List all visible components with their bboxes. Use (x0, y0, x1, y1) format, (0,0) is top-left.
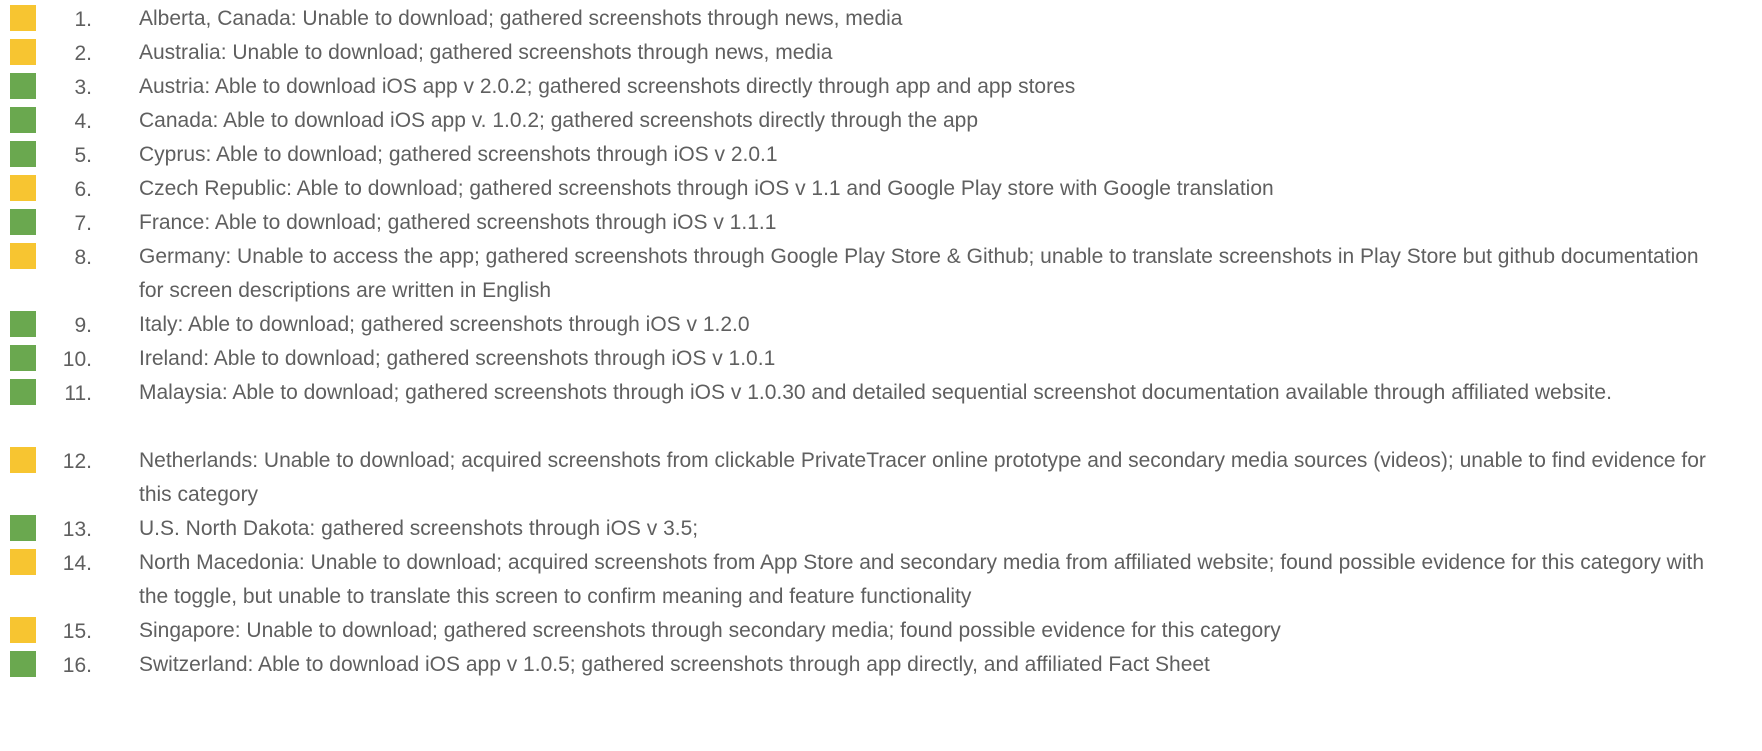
item-text: Malaysia: Able to download; gathered scr… (139, 381, 1612, 404)
item-number: 8. (74, 246, 92, 269)
item-number: 13. (62, 518, 92, 541)
item-text: Ireland: Able to download; gathered scre… (139, 347, 776, 370)
item-text: North Macedonia: Unable to download; acq… (139, 551, 1704, 608)
list-item: 10. Ireland: Able to download; gathered s… (0, 341, 1762, 375)
country-status-list: 1. Alberta, Canada: Unable to download; g… (0, 1, 1762, 681)
item-number: 6. (74, 178, 92, 201)
status-square-yellow (10, 5, 36, 31)
item-text: Czech Republic: Able to download; gather… (139, 177, 1274, 200)
item-text: France: Able to download; gathered scree… (139, 211, 777, 234)
item-text: Australia: Unable to download; gathered … (139, 41, 833, 64)
status-square-green (10, 311, 36, 337)
item-number: 14. (62, 552, 92, 575)
status-square-yellow (10, 243, 36, 269)
status-square-yellow (10, 549, 36, 575)
list-item: 3. Austria: Able to download iOS app v 2.… (0, 69, 1762, 103)
item-number: 5. (74, 144, 92, 167)
status-square-green (10, 345, 36, 371)
list-item: 14. North Macedonia: Unable to download; … (0, 545, 1762, 613)
status-square-green (10, 107, 36, 133)
list-item: 11. Malaysia: Able to download; gathered … (0, 375, 1762, 443)
status-square-yellow (10, 447, 36, 473)
list-item: 13. U.S. North Dakota: gathered screensho… (0, 511, 1762, 545)
status-square-green (10, 379, 36, 405)
item-text: Germany: Unable to access the app; gathe… (139, 245, 1699, 302)
status-square-green (10, 73, 36, 99)
item-text: Canada: Able to download iOS app v. 1.0.… (139, 109, 978, 132)
item-text: U.S. North Dakota: gathered screenshots … (139, 517, 699, 540)
item-text: Italy: Able to download; gathered screen… (139, 313, 750, 336)
list-item: 1. Alberta, Canada: Unable to download; g… (0, 1, 1762, 35)
status-square-yellow (10, 617, 36, 643)
item-number: 11. (64, 382, 92, 405)
item-text: Netherlands: Unable to download; acquire… (139, 449, 1706, 506)
item-text: Alberta, Canada: Unable to download; gat… (139, 7, 903, 30)
item-number: 10. (62, 348, 92, 371)
list-item: 8. Germany: Unable to access the app; gat… (0, 239, 1762, 307)
list-item: 12. Netherlands: Unable to download; acqu… (0, 443, 1762, 511)
list-item: 5. Cyprus: Able to download; gathered scr… (0, 137, 1762, 171)
status-square-green (10, 515, 36, 541)
status-square-yellow (10, 175, 36, 201)
item-number: 4. (74, 110, 92, 133)
list-item: 4. Canada: Able to download iOS app v. 1.… (0, 103, 1762, 137)
item-text: Austria: Able to download iOS app v 2.0.… (139, 75, 1076, 98)
item-text: Switzerland: Able to download iOS app v … (139, 653, 1210, 676)
list-item: 9. Italy: Able to download; gathered scre… (0, 307, 1762, 341)
list-item: 16. Switzerland: Able to download iOS app… (0, 647, 1762, 681)
list-item: 2. Australia: Unable to download; gathere… (0, 35, 1762, 69)
item-number: 15. (62, 620, 92, 643)
item-text: Cyprus: Able to download; gathered scree… (139, 143, 778, 166)
status-square-green (10, 209, 36, 235)
status-square-yellow (10, 39, 36, 65)
item-number: 1. (74, 8, 92, 31)
item-number: 16. (62, 654, 92, 677)
list-item: 7. France: Able to download; gathered scr… (0, 205, 1762, 239)
item-number: 9. (74, 314, 92, 337)
item-text: Singapore: Unable to download; gathered … (139, 619, 1281, 642)
list-item: 15. Singapore: Unable to download; gather… (0, 613, 1762, 647)
status-square-green (10, 651, 36, 677)
item-number: 7. (74, 212, 92, 235)
status-square-green (10, 141, 36, 167)
item-number: 2. (74, 42, 92, 65)
list-item: 6. Czech Republic: Able to download; gath… (0, 171, 1762, 205)
item-number: 3. (74, 76, 92, 99)
item-number: 12. (62, 450, 92, 473)
